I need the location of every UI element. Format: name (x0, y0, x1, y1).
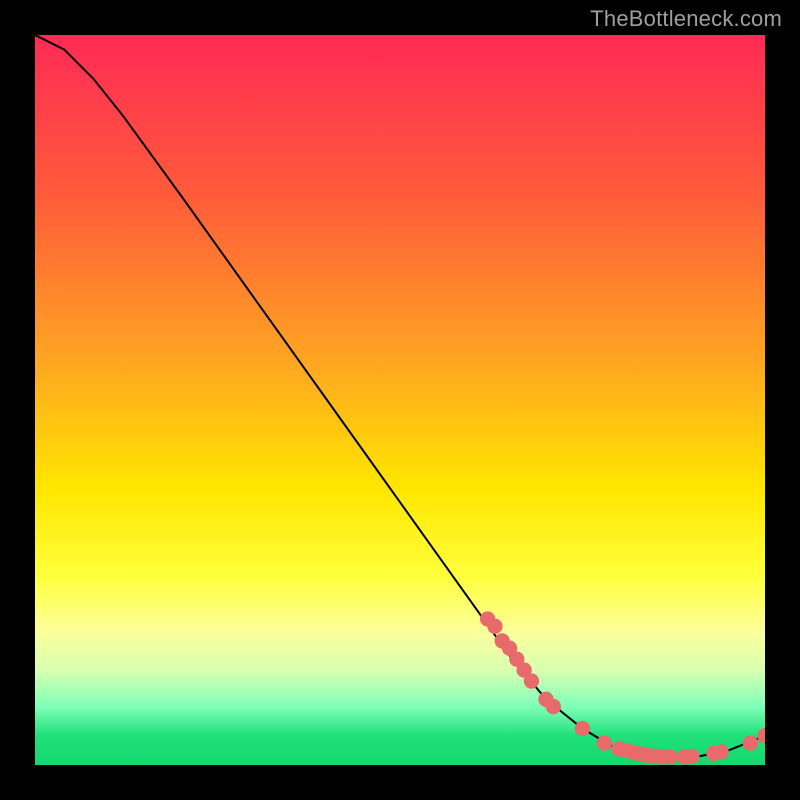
chart-points (480, 611, 765, 764)
chart-plot-area (35, 35, 765, 765)
chart-curve (35, 35, 765, 758)
attribution-text: TheBottleneck.com (590, 6, 782, 32)
chart-frame: TheBottleneck.com (0, 0, 800, 800)
chart-svg (35, 35, 765, 765)
